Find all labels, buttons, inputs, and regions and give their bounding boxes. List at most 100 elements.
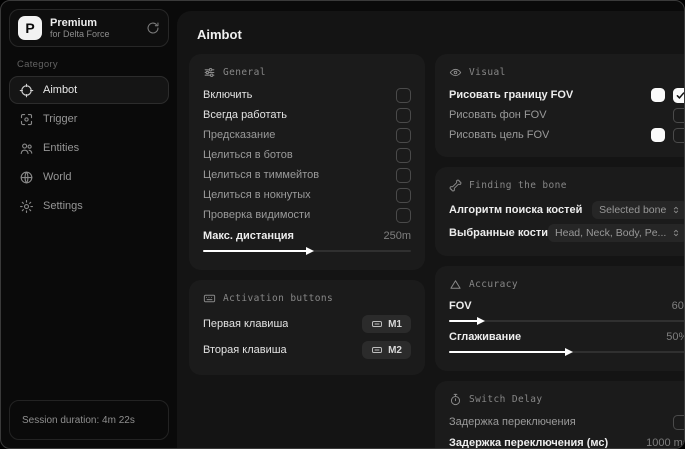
toggle-label: Включить — [203, 89, 253, 101]
section-title: Activation buttons — [223, 292, 334, 304]
checkbox[interactable] — [673, 107, 684, 123]
checkbox[interactable] — [396, 207, 411, 223]
refresh-icon[interactable] — [146, 21, 160, 35]
bone-row: Алгоритм поиска костей Selected bone — [449, 198, 684, 221]
slider-value: 50% — [666, 331, 684, 343]
toggle-row: Включить — [203, 85, 411, 105]
brand-card: P Premium for Delta Force — [9, 9, 169, 47]
sidebar-item-label: Aimbot — [43, 84, 78, 96]
slider-header-row: FOV 60° — [449, 297, 684, 315]
checkbox[interactable] — [673, 414, 684, 430]
visual-label: Рисовать фон FOV — [449, 109, 547, 121]
gear-icon — [19, 199, 34, 214]
fov-slider[interactable] — [449, 316, 684, 326]
page-title: Aimbot — [197, 27, 242, 42]
bone-algorithm-select[interactable]: Selected bone — [592, 200, 684, 219]
keybind-row: Первая клавиша M1 — [203, 311, 411, 337]
color-swatch[interactable] — [651, 88, 666, 102]
slider-value: 1000 ms — [646, 437, 684, 448]
entities-users-icon — [19, 141, 34, 156]
main-pane: Aimbot General Включить Всегда работать … — [177, 11, 684, 448]
bone-card: Finding the bone Алгоритм поиска костей … — [435, 167, 684, 256]
sidebar-item-entities[interactable]: Entities — [9, 134, 169, 162]
app-logo: P — [18, 16, 42, 40]
checkbox[interactable] — [396, 87, 411, 103]
select-value: Selected bone — [599, 203, 667, 216]
sidebar-item-trigger[interactable]: Trigger — [9, 105, 169, 133]
checkbox[interactable] — [396, 147, 411, 163]
slider-label: FOV — [449, 300, 472, 312]
sidebar-item-label: Entities — [43, 142, 80, 154]
timer-icon — [449, 393, 462, 406]
switch-delay-card: Switch Delay Задержка переключения Задер… — [435, 381, 684, 448]
keybind-value: M2 — [388, 344, 402, 356]
brand-text: Premium for Delta Force — [50, 17, 138, 40]
sidebar: P Premium for Delta Force Category Aimbo… — [1, 1, 177, 448]
section-title: General — [223, 66, 266, 78]
checkbox[interactable] — [396, 167, 411, 183]
slider-header-row: Сглаживание 50% — [449, 328, 684, 346]
checkbox[interactable] — [396, 187, 411, 203]
keyboard-icon — [203, 292, 216, 305]
toggle-row: Задержка переключения — [449, 412, 684, 432]
visual-row: Рисовать границу FOV — [449, 85, 684, 105]
toggle-label: Всегда работать — [203, 109, 288, 121]
toggle-label: Задержка переключения — [449, 416, 576, 428]
general-card: General Включить Всегда работать Предска… — [189, 54, 425, 270]
toggle-row: Проверка видимости — [203, 205, 411, 225]
max-distance-slider[interactable] — [203, 246, 411, 256]
slider-label: Задержка переключения (мс) — [449, 437, 609, 448]
sidebar-item-world[interactable]: World — [9, 163, 169, 191]
bone-row: Выбранные кости Head, Neck, Body, Pe... — [449, 221, 684, 244]
toggle-label: Целиться в нокнутых — [203, 189, 311, 201]
slider-label: Макс. дистанция — [203, 230, 294, 242]
checkbox[interactable] — [673, 127, 684, 143]
crosshair-icon — [19, 83, 34, 98]
sidebar-item-aimbot[interactable]: Aimbot — [9, 76, 169, 104]
color-swatch[interactable] — [651, 128, 666, 142]
toggle-label: Целиться в ботов — [203, 149, 293, 161]
section-title: Switch Delay — [469, 393, 543, 405]
section-title: Finding the bone — [469, 179, 567, 191]
slider-value: 250m — [383, 230, 411, 242]
category-label: Category — [17, 59, 58, 70]
key-icon — [371, 344, 383, 356]
chevrons-up-down-icon — [671, 205, 681, 215]
slider-value: 60° — [671, 300, 684, 312]
select-value: Head, Neck, Body, Pe... — [555, 226, 667, 239]
session-box: Session duration: 4m 22s — [9, 400, 169, 440]
trigger-target-icon — [19, 112, 34, 127]
checkbox[interactable] — [673, 87, 684, 103]
visual-card: Visual Рисовать границу FOV Рисовать фон… — [435, 54, 684, 157]
smoothing-slider[interactable] — [449, 347, 684, 357]
sliders-icon — [203, 66, 216, 79]
keybind-row: Вторая клавиша M2 — [203, 337, 411, 363]
checkbox[interactable] — [396, 127, 411, 143]
chevrons-up-down-icon — [671, 228, 681, 238]
keybind-value: M1 — [388, 318, 402, 330]
app-window: P Premium for Delta Force Category Aimbo… — [0, 0, 685, 449]
visual-label: Рисовать цель FOV — [449, 129, 550, 141]
bone-label: Выбранные кости — [449, 226, 549, 239]
slider-header-row: Макс. дистанция 250m — [203, 227, 411, 245]
section-title: Visual — [469, 66, 506, 78]
checkbox[interactable] — [396, 107, 411, 123]
toggle-row: Всегда работать — [203, 105, 411, 125]
sidebar-item-label: Settings — [43, 200, 83, 212]
visual-row: Рисовать фон FOV — [449, 105, 684, 125]
keybind-label: Вторая клавиша — [203, 344, 287, 356]
toggle-row: Предсказание — [203, 125, 411, 145]
brand-title: Premium — [50, 16, 98, 29]
slider-label: Сглаживание — [449, 331, 522, 343]
toggle-label: Предсказание — [203, 129, 276, 141]
keybind-button-m2[interactable]: M2 — [362, 341, 411, 359]
section-title: Accuracy — [469, 278, 518, 290]
selected-bones-select[interactable]: Head, Neck, Body, Pe... — [548, 223, 684, 242]
slider-header-row: Задержка переключения (мс) 1000 ms — [449, 434, 684, 448]
sidebar-item-label: Trigger — [43, 113, 78, 125]
sidebar-item-settings[interactable]: Settings — [9, 192, 169, 220]
toggle-label: Целиться в тиммейтов — [203, 169, 320, 181]
keybind-button-m1[interactable]: M1 — [362, 315, 411, 333]
bone-label: Алгоритм поиска костей — [449, 203, 583, 216]
session-duration: Session duration: 4m 22s — [22, 414, 135, 426]
